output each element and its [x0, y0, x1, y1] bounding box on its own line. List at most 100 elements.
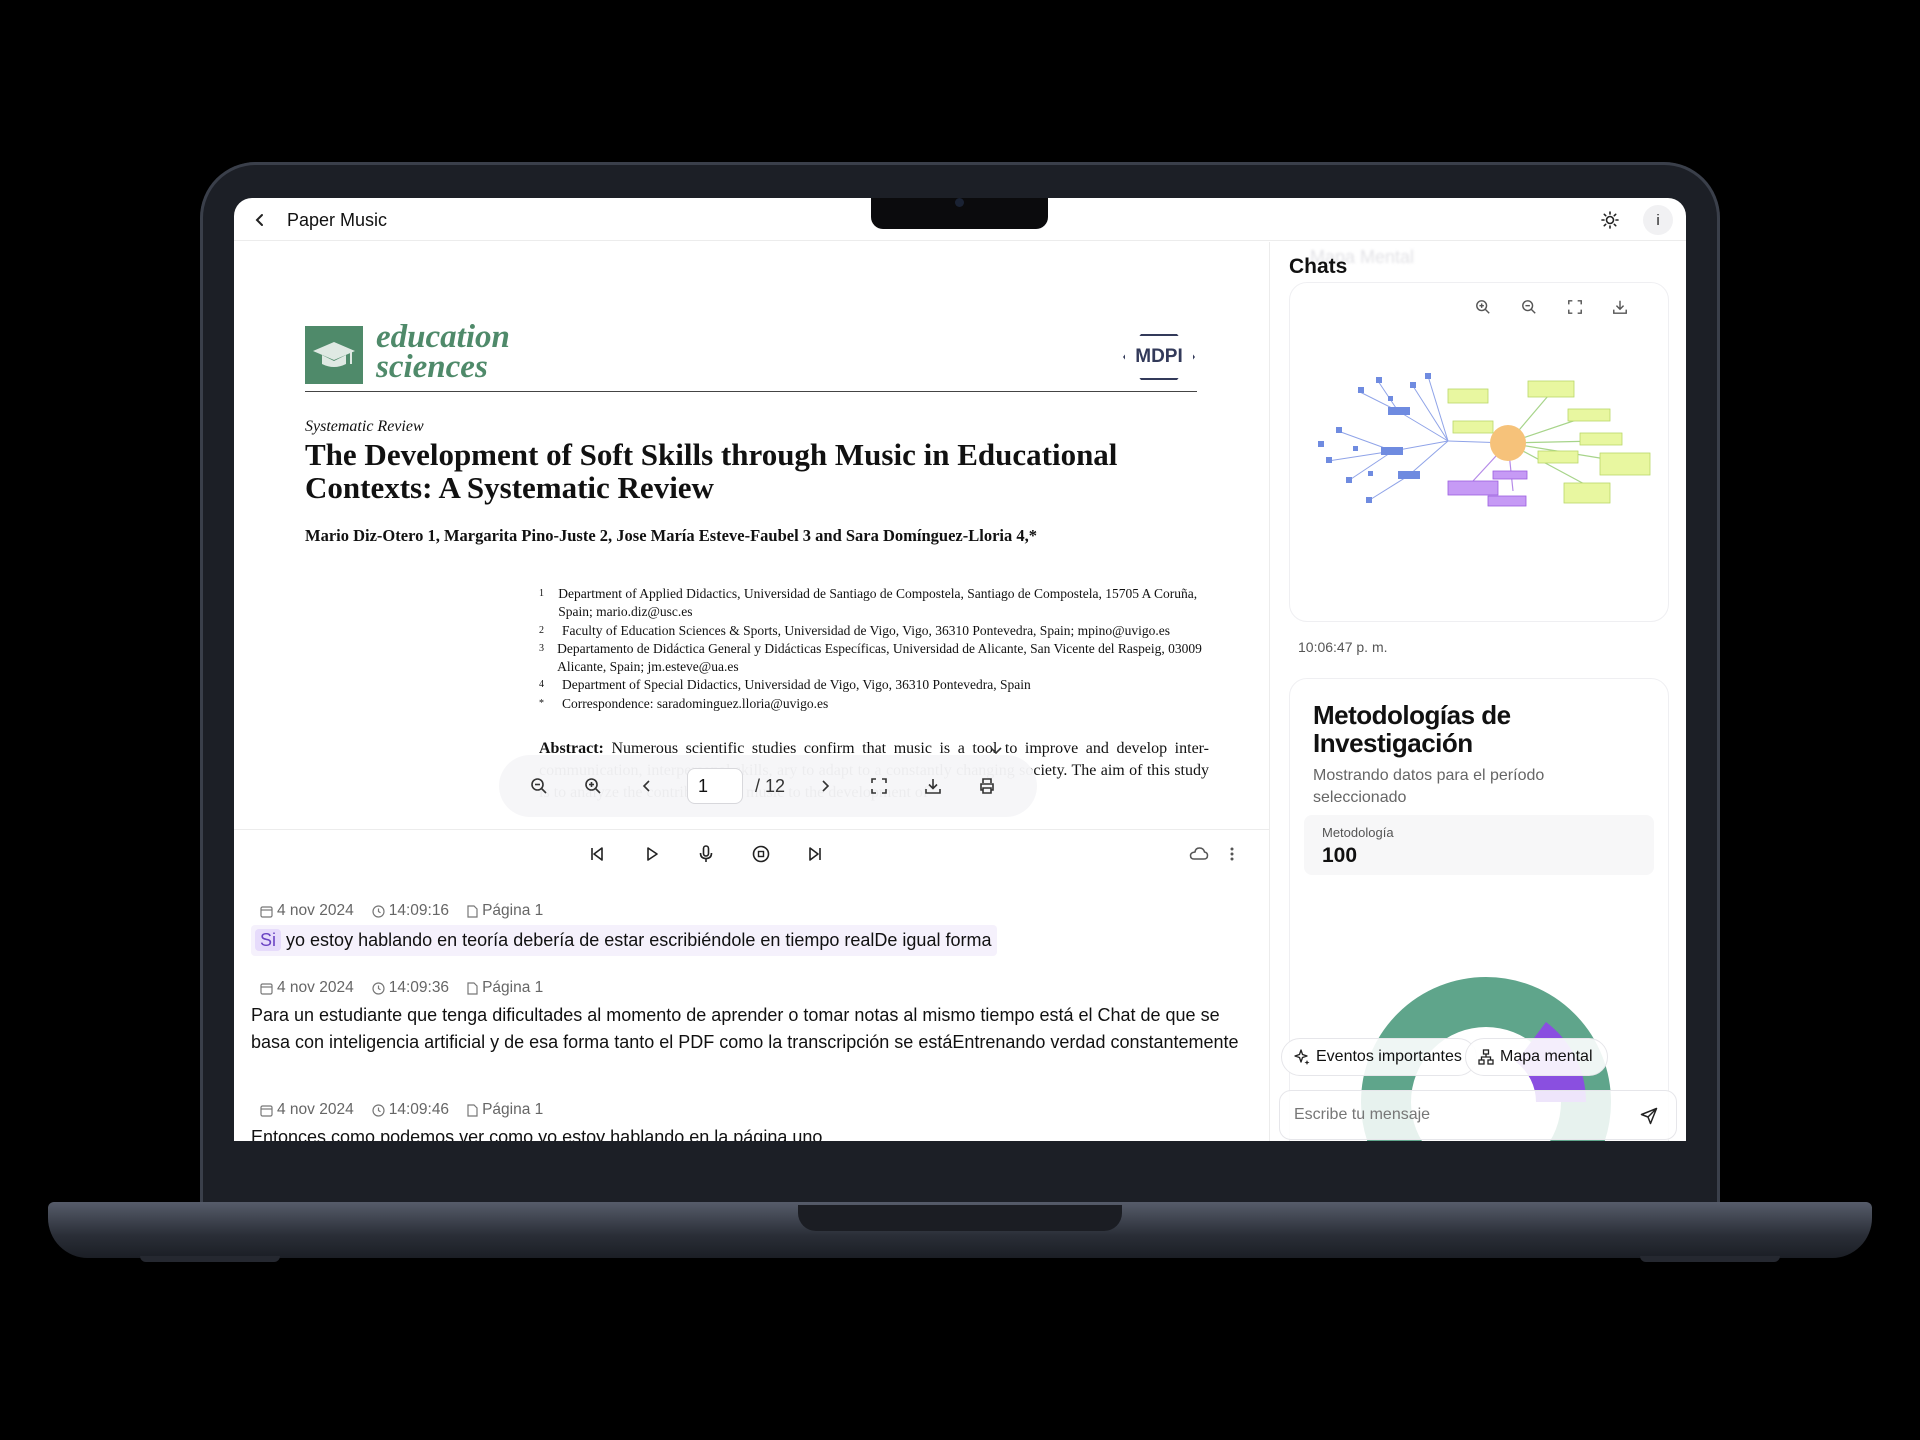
affiliation-text: Correspondence: saradominguez.lloria@uvi… [562, 695, 829, 711]
map-fullscreen-button[interactable] [1562, 294, 1588, 320]
affiliation-text: Department of Applied Didactics, Univers… [558, 586, 1198, 620]
important-events-button[interactable]: Eventos importantes [1281, 1038, 1477, 1076]
chevron-left-icon [642, 780, 650, 792]
affiliation-item: 1 Department of Applied Didactics, Univer… [539, 585, 1209, 622]
next-page-button[interactable] [811, 772, 839, 800]
download-button[interactable] [919, 772, 947, 800]
map-zoom-out-button[interactable] [1516, 294, 1542, 320]
entry-time: 14:09:36 [388, 979, 450, 996]
download-icon [925, 779, 941, 794]
skip-back-icon [591, 847, 603, 861]
important-events-label: Eventos importantes [1316, 1048, 1462, 1065]
affiliation-item: 2 Faculty of Education Sciences & Sports,… [539, 622, 1209, 640]
paper-authors: Mario Diz-Otero 1, Margarita Pino-Juste … [305, 526, 1037, 545]
file-icon [467, 904, 478, 918]
transcript-list[interactable]: 4 nov 2024 14:09:16 Página 1 Si yo estoy… [234, 888, 1269, 1141]
fullscreen-button[interactable] [865, 772, 893, 800]
chevron-left-icon [255, 214, 263, 226]
panel-title: Chats [1289, 255, 1348, 278]
entry-page: Página 1 [482, 1101, 544, 1118]
clock-icon [372, 1103, 385, 1117]
calendar-icon [260, 1104, 273, 1117]
previous-page-button[interactable] [633, 772, 661, 800]
affiliation-item: * Correspondence: saradominguez.lloria@uv… [539, 695, 1209, 713]
cloud-sync-button[interactable] [1187, 842, 1211, 866]
graduation-cap-icon [305, 326, 363, 384]
stop-button[interactable] [749, 842, 773, 866]
clock-icon [372, 981, 385, 995]
affiliation-number: * [539, 697, 544, 709]
mind-map-button[interactable]: Mapa mental [1465, 1038, 1608, 1076]
highlighted-line: Si yo estoy hablando en teoría debería d… [251, 925, 998, 956]
info-button[interactable]: i [1643, 205, 1673, 235]
send-button[interactable] [1636, 1103, 1662, 1129]
affiliation-text: Departamento de Didáctica General y Didá… [557, 640, 1202, 675]
print-button[interactable] [973, 772, 1001, 800]
affiliation-text: Faculty of Education Sciences & Sports, … [562, 622, 1170, 638]
back-button[interactable] [248, 208, 272, 232]
message-composer [1279, 1090, 1677, 1140]
zoom-out-icon [531, 778, 547, 794]
entry-date: 4 nov 2024 [277, 1101, 354, 1118]
zoom-in-button[interactable] [579, 772, 607, 800]
header-divider [305, 391, 1197, 392]
metric-summary: Metodología 100 [1304, 815, 1654, 875]
download-icon [1613, 300, 1627, 314]
zoom-out-icon [1522, 300, 1536, 314]
zoom-out-button[interactable] [525, 772, 553, 800]
entry-meta: 4 nov 2024 14:09:46 Página 1 [260, 1101, 1261, 1119]
affiliation-text: Department of Special Didactics, Univers… [562, 677, 1031, 693]
laptop-foot-right [1640, 1256, 1780, 1262]
entry-text: Entonces como podemos ver como yo estoy … [251, 1127, 823, 1141]
fullscreen-icon [871, 778, 887, 794]
entry-time: 14:09:16 [388, 902, 450, 919]
app-title: Paper Music [287, 210, 388, 230]
play-button[interactable] [640, 842, 664, 866]
mind-map-card[interactable] [1289, 282, 1669, 622]
microphone-icon [699, 845, 713, 862]
affiliation-number: 1 [539, 588, 544, 599]
page-number-input[interactable] [687, 768, 743, 804]
entry-time: 14:09:46 [388, 1101, 450, 1118]
transcript-entry[interactable]: 4 nov 2024 14:09:16 Página 1 Si yo estoy… [251, 902, 1261, 956]
affiliation-item: 3 Departamento de Didáctica General y Did… [539, 640, 1209, 677]
play-icon [647, 847, 658, 861]
theme-toggle-button[interactable] [1597, 207, 1623, 233]
publisher-logo: MDPI [1123, 334, 1195, 380]
skip-forward-icon [809, 847, 821, 861]
fullscreen-icon [1568, 300, 1582, 314]
affiliation-number: 4 [539, 679, 544, 691]
skip-forward-button[interactable] [803, 842, 827, 866]
chevron-right-icon [822, 780, 830, 792]
mind-map-label: Mapa mental [1500, 1048, 1593, 1065]
more-options-button[interactable] [1220, 842, 1244, 866]
message-input[interactable] [1294, 1103, 1614, 1127]
transcript-entry[interactable]: 4 nov 2024 14:09:46 Página 1 Entonces co… [251, 1101, 1261, 1141]
laptop-foot-left [140, 1256, 280, 1262]
audio-player-bar [234, 829, 1269, 877]
printer-icon [980, 778, 994, 794]
transcript-entry[interactable]: 4 nov 2024 14:09:36 Página 1 Para un est… [251, 979, 1261, 1056]
pdf-viewer[interactable]: education sciences MDPI Systematic Revie… [244, 242, 1254, 828]
entry-date: 4 nov 2024 [277, 902, 354, 919]
paper-title: The Development of Soft Skills through M… [305, 437, 1118, 505]
chevron-down-icon [990, 747, 1002, 755]
pdf-toolbar: / 12 [499, 755, 1037, 817]
zoom-in-icon [585, 778, 601, 794]
affiliation-number: 2 [539, 624, 544, 636]
entry-page: Página 1 [482, 902, 544, 919]
microphone-button[interactable] [694, 842, 718, 866]
metrics-title: Metodologías de Investigación [1313, 700, 1511, 758]
file-icon [467, 1103, 478, 1117]
map-download-button[interactable] [1607, 294, 1633, 320]
sparkles-icon [1294, 1049, 1310, 1065]
network-icon [1478, 1049, 1494, 1065]
entry-meta: 4 nov 2024 14:09:36 Página 1 [260, 979, 1261, 997]
mind-map-graphic [1318, 373, 1651, 507]
entry-date: 4 nov 2024 [277, 979, 354, 996]
calendar-icon [260, 905, 273, 918]
map-zoom-in-button[interactable] [1470, 294, 1496, 320]
skip-back-button[interactable] [585, 842, 609, 866]
journal-name-line2: sciences [376, 349, 488, 385]
journal-name-line1: education [376, 319, 510, 355]
